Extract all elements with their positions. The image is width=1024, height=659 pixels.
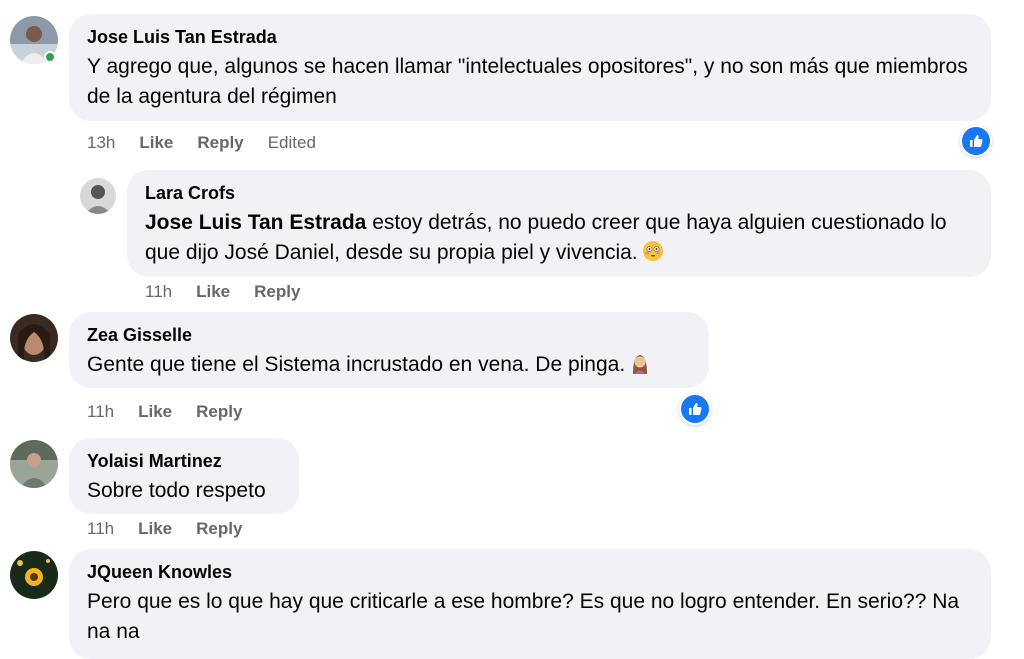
- flushed-face-icon: [642, 240, 664, 262]
- like-reaction-icon[interactable]: [679, 393, 711, 425]
- comment-text: Sobre todo respeto: [87, 479, 266, 502]
- avatar[interactable]: [10, 440, 58, 488]
- comment-text: Pero que es lo que hay que criticarle a …: [87, 590, 960, 643]
- like-button[interactable]: Like: [196, 281, 230, 303]
- comment-text: Gente que tiene el Sistema incrustado en…: [87, 350, 691, 380]
- comment-author[interactable]: Jose Luis Tan Estrada: [87, 26, 973, 48]
- comment-author[interactable]: Zea Gisselle: [87, 324, 691, 346]
- comment-bubble: Zea Gisselle Gente que tiene el Sistema …: [69, 312, 709, 388]
- woman-facepalming-icon: [629, 352, 651, 374]
- comment-timestamp[interactable]: 13h: [87, 132, 115, 154]
- reply-button[interactable]: Reply: [254, 281, 300, 303]
- reply-button[interactable]: Reply: [196, 401, 242, 423]
- comment-author[interactable]: Lara Crofs: [145, 182, 973, 204]
- comment-bubble: Lara Crofs Jose Luis Tan Estrada estoy d…: [127, 170, 991, 277]
- reply-button[interactable]: Reply: [197, 132, 243, 154]
- like-button[interactable]: Like: [138, 401, 172, 423]
- comment-actions: 11h Like Reply: [145, 281, 300, 303]
- avatar[interactable]: [10, 314, 58, 362]
- like-button[interactable]: Like: [139, 132, 173, 154]
- online-status-icon: [44, 51, 56, 63]
- comment-bubble: JQueen Knowles Pero que es lo que hay qu…: [69, 549, 991, 659]
- comment-actions: 13h Like Reply Edited: [87, 132, 316, 154]
- avatar[interactable]: [80, 178, 116, 214]
- comment-timestamp[interactable]: 11h: [87, 518, 114, 540]
- like-reaction-icon[interactable]: [960, 125, 992, 157]
- comment-text: Jose Luis Tan Estrada estoy detrás, no p…: [145, 208, 973, 268]
- comment-bubble: Jose Luis Tan Estrada Y agrego que, algu…: [69, 14, 991, 121]
- comment-actions: 11h Like Reply: [87, 401, 242, 423]
- comment-bubble: Yolaisi Martinez Sobre todo respeto: [69, 438, 299, 514]
- comment-author[interactable]: Yolaisi Martinez: [87, 450, 281, 472]
- comment-timestamp[interactable]: 11h: [87, 401, 114, 423]
- mention-link[interactable]: Jose Luis Tan Estrada: [145, 211, 366, 234]
- reply-button[interactable]: Reply: [196, 518, 242, 540]
- like-button[interactable]: Like: [138, 518, 172, 540]
- comment-actions: 11h Like Reply: [87, 518, 242, 540]
- comment-text: Y agrego que, algunos se hacen llamar "i…: [87, 55, 968, 108]
- comment-timestamp[interactable]: 11h: [145, 281, 172, 303]
- edited-label[interactable]: Edited: [268, 132, 316, 154]
- avatar[interactable]: [10, 551, 58, 599]
- comment-author[interactable]: JQueen Knowles: [87, 561, 973, 583]
- comment-text-body: Gente que tiene el Sistema incrustado en…: [87, 353, 626, 376]
